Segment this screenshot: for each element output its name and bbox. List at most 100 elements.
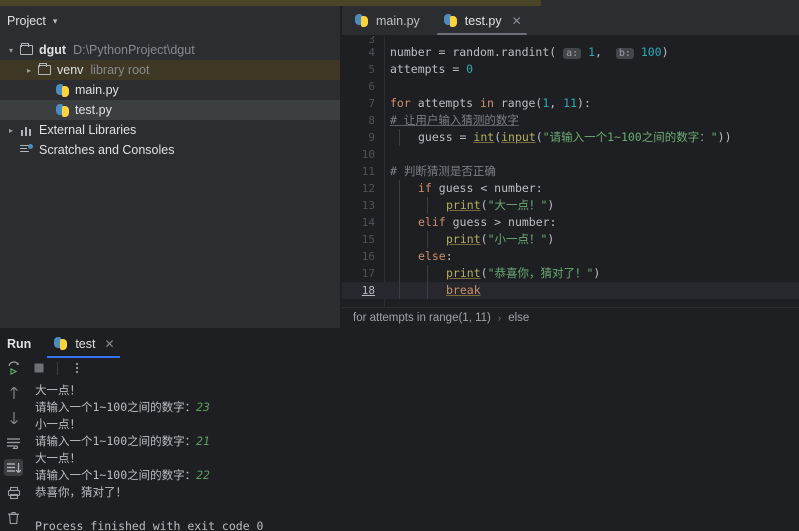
rerun-icon[interactable] (4, 360, 23, 377)
line-number: 6 (368, 80, 375, 93)
tree-item-label: Scratches and Consoles (39, 143, 175, 157)
console-line-text: 大一点！ (35, 383, 81, 397)
code-text: if guess < number: (418, 180, 543, 197)
code-text: attempts = 0 (390, 61, 473, 78)
code-text: for attempts in range(1, 11): (390, 95, 591, 112)
project-sidebar: Project ▾ dgut D:\PythonProject\dgut venvl… (0, 6, 341, 328)
token-operator: = (452, 130, 474, 144)
line-number: 14 (361, 216, 375, 229)
token-paren: ) (593, 266, 601, 280)
editor-tabbar: main.py test.py ✕ (342, 6, 799, 36)
code-line: 14 elif guess > number: (342, 214, 799, 231)
console-user-input: 21 (196, 434, 210, 448)
token-paren: ( (480, 198, 488, 212)
token-string: "恭喜你，猜对了！" (487, 266, 594, 280)
tree-item-venv[interactable]: venv library root (0, 60, 340, 80)
console-line: 大一点！ (35, 450, 799, 467)
tree-item-dgut[interactable]: dgut D:\PythonProject\dgut (0, 40, 340, 60)
editor-tab-main-py[interactable]: main.py (342, 6, 431, 35)
tree-item-label: venv (57, 63, 84, 77)
token-builtin: int (473, 130, 495, 144)
run-tab-label: test (75, 336, 96, 351)
code-line: 8 # 让用户输入猜测的数字 (342, 112, 799, 129)
soft-wrap-icon[interactable] (4, 434, 23, 451)
toolbar-divider (57, 361, 58, 375)
stop-icon[interactable] (29, 360, 48, 377)
token-paren: ): (577, 96, 591, 110)
line-number-current: 18 (361, 284, 375, 297)
token-expression: guess > number: (445, 215, 557, 229)
token-comma: , (549, 96, 564, 110)
scratches-icon (18, 143, 35, 156)
trash-icon[interactable] (4, 509, 23, 526)
console-line-text: 请输入一个1~100之间的数字： (35, 434, 197, 448)
line-number: 7 (368, 97, 375, 110)
editor-tab-test-py[interactable]: test.py ✕ (431, 6, 533, 35)
token-number: 0 (466, 62, 474, 76)
line-number: 3 (368, 36, 375, 46)
inlay-hint-b: b: (615, 48, 634, 59)
more-options-icon[interactable] (67, 360, 86, 377)
code-line: 6 (342, 78, 799, 95)
tree-item-scratches-and-consoles[interactable]: Scratches and Consoles (0, 140, 340, 160)
chevron-right-icon[interactable] (22, 66, 36, 75)
breadcrumb-item-else[interactable]: else (508, 312, 529, 324)
console-output[interactable]: 大一点！ 请输入一个1~100之间的数字：23 小一点！ 请输入一个1~100之间的数… (27, 378, 799, 531)
code-line: 4 number = random.randint( a: 1, b: 100) (342, 44, 799, 61)
tree-item-label: main.py (75, 83, 119, 97)
line-number: 9 (368, 131, 375, 144)
console-line-text: 请输入一个1~100之间的数字： (35, 468, 197, 482)
token-comment: # 判断猜测是否正确 (390, 164, 496, 178)
token-string: "请输入一个1~100之间的数字：" (542, 130, 718, 144)
code-editor: main.py test.py ✕ 3 4 number = random.rand… (342, 6, 799, 328)
code-text: break (446, 282, 481, 299)
inlay-hint-a: a: (563, 48, 582, 59)
token-builtin: input (501, 130, 536, 144)
close-icon[interactable]: ✕ (104, 337, 114, 351)
breadcrumb[interactable]: for attempts in range(1, 11) › else (342, 307, 799, 328)
token-colon: : (445, 249, 453, 263)
token-string: "大一点！" (487, 198, 548, 212)
tree-item-label: dgut (39, 43, 67, 57)
code-text: # 让用户输入猜测的数字 (390, 112, 519, 129)
tree-item-external-libraries[interactable]: External Libraries (0, 120, 340, 140)
console-line-text: 请输入一个1~100之间的数字： (35, 400, 197, 414)
up-arrow-icon[interactable] (4, 384, 23, 401)
print-icon[interactable] (4, 484, 23, 501)
project-panel-header[interactable]: Project ▾ (0, 6, 340, 36)
token-builtin: print (446, 232, 481, 246)
tree-item-test-py[interactable]: test.py (0, 100, 340, 120)
line-number: 13 (361, 199, 375, 212)
token-keyword: else (418, 249, 446, 263)
close-icon[interactable]: ✕ (512, 14, 522, 28)
run-tab-test[interactable]: test ✕ (43, 329, 123, 358)
console-line: 请输入一个1~100之间的数字：21 (35, 433, 799, 450)
token-builtin: print (446, 266, 481, 280)
folder-icon (18, 43, 35, 55)
run-side-toolbar (0, 378, 27, 531)
line-number: 11 (361, 165, 375, 178)
token-builtin: print (446, 198, 481, 212)
console-line-text: 大一点！ (35, 451, 81, 465)
code-line: 15 print("小一点！") (342, 231, 799, 248)
scroll-to-end-icon[interactable] (4, 459, 23, 476)
chevron-down-icon[interactable] (4, 46, 18, 55)
project-tree: dgut D:\PythonProject\dgut venv library roo… (0, 36, 340, 160)
breadcrumb-item-loop[interactable]: for attempts in range(1, 11) (353, 312, 491, 324)
code-line: 12 if guess < number: (342, 180, 799, 197)
tree-item-main-py[interactable]: main.py (0, 80, 340, 100)
down-arrow-icon[interactable] (4, 409, 23, 426)
token-number: 100 (640, 45, 662, 59)
code-area[interactable]: 3 4 number = random.randint( a: 1, b: 10… (342, 36, 799, 307)
library-icon (18, 125, 35, 136)
token-paren: ( (480, 232, 488, 246)
line-number: 5 (368, 63, 375, 76)
token-keyword: elif (418, 215, 446, 229)
token-paren: )) (717, 130, 732, 144)
console-line: 恭喜你，猜对了！ (35, 484, 799, 501)
code-line: 9 guess = int(input("请输入一个1~100之间的数字：")) (342, 129, 799, 146)
breadcrumb-separator-icon: › (497, 312, 502, 324)
chevron-right-icon[interactable] (4, 126, 18, 135)
chevron-down-icon[interactable]: ▾ (53, 16, 58, 26)
code-text: guess = int(input("请输入一个1~100之间的数字：")) (418, 129, 732, 146)
